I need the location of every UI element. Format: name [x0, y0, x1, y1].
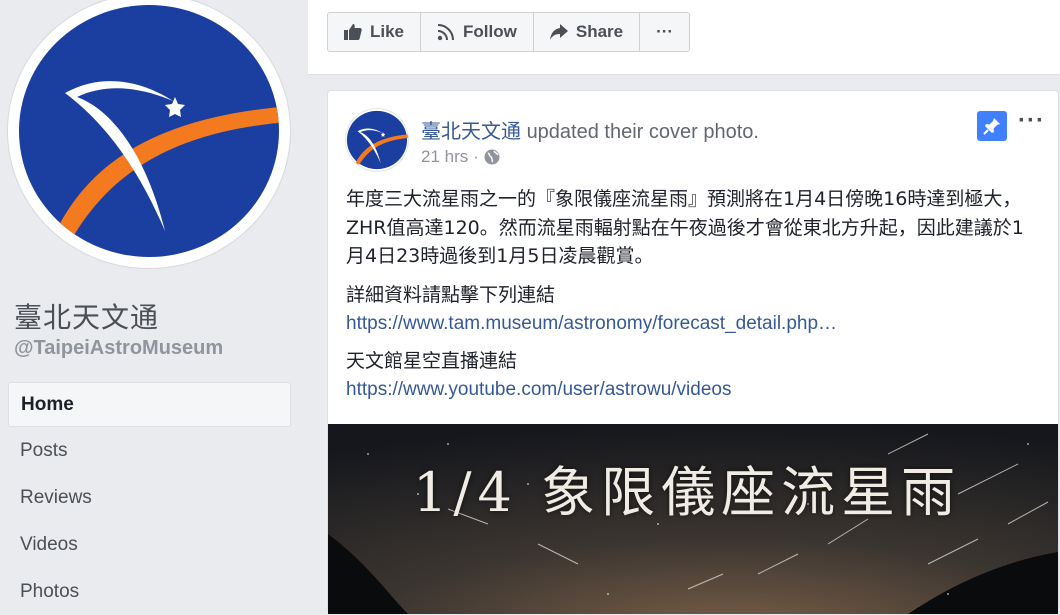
cover-image-title: 1/4 象限儀座流星雨 [413, 461, 962, 524]
share-arrow-icon [549, 24, 568, 40]
post-body: 年度三大流星雨之一的『象限儀座流星雨』預測將在1月4日傍晚16時達到極大，ZHR… [346, 185, 1041, 415]
share-button[interactable]: Share [534, 13, 641, 51]
nav-item-photos[interactable]: Photos [8, 568, 291, 615]
cover-photo-image[interactable]: 1/4 象限儀座流星雨 [328, 424, 1058, 614]
page-handle[interactable]: @TaipeiAstroMuseum [14, 337, 223, 360]
post-paragraph: 年度三大流星雨之一的『象限儀座流星雨』預測將在1月4日傍晚16時達到極大，ZHR… [346, 188, 1024, 267]
pin-icon [983, 118, 1000, 135]
post-header: 臺北天文通 updated their cover photo. [421, 115, 759, 144]
left-column: 臺北天文通 @TaipeiAstroMuseum Home Posts Revi… [0, 0, 308, 602]
post-meta: 21 hrs · [421, 147, 500, 167]
more-options-button[interactable]: ··· [640, 13, 689, 51]
post-timestamp[interactable]: 21 hrs [421, 147, 468, 167]
detail-link[interactable]: https://www.tam.museum/astronomy/forecas… [346, 313, 837, 334]
detail-label: 詳細資料請點擊下列連結 [346, 283, 556, 306]
nav-item-home[interactable]: Home [8, 382, 291, 427]
follow-button[interactable]: Follow [421, 13, 534, 51]
page-nav: Home Posts Reviews Videos Photos [8, 382, 291, 615]
follow-label: Follow [463, 22, 517, 41]
post-options-button[interactable]: ··· [1018, 107, 1045, 135]
taipei-astro-logo-small [346, 110, 408, 170]
meta-separator: · [473, 147, 479, 166]
post-author-link[interactable]: 臺北天文通 [421, 119, 521, 143]
live-label: 天文館星空直播連結 [346, 349, 518, 372]
page-title: 臺北天文通 [14, 301, 160, 334]
nav-item-reviews[interactable]: Reviews [8, 474, 291, 521]
like-label: Like [370, 22, 405, 41]
nav-item-posts[interactable]: Posts [8, 427, 291, 474]
pinned-post-icon[interactable] [977, 111, 1007, 141]
share-label: Share [575, 22, 624, 41]
profile-picture[interactable] [8, 0, 290, 268]
taipei-astro-logo [19, 5, 279, 257]
more-options-label: ··· [656, 22, 674, 41]
thumbs-up-icon [344, 24, 362, 40]
post-author-avatar[interactable] [346, 109, 408, 171]
live-link[interactable]: https://www.youtube.com/user/astrowu/vid… [346, 379, 731, 400]
post-card: 臺北天文通 updated their cover photo. 21 hrs … [327, 90, 1059, 614]
action-buttons: Like Follow Share ··· [327, 12, 691, 52]
rss-follow-icon [437, 24, 455, 41]
globe-icon[interactable] [484, 149, 500, 165]
post-action-text: updated their cover photo. [526, 121, 759, 143]
like-button[interactable]: Like [328, 13, 422, 51]
page-action-bar: Like Follow Share ··· [308, 0, 1060, 75]
nav-item-videos[interactable]: Videos [8, 521, 291, 568]
